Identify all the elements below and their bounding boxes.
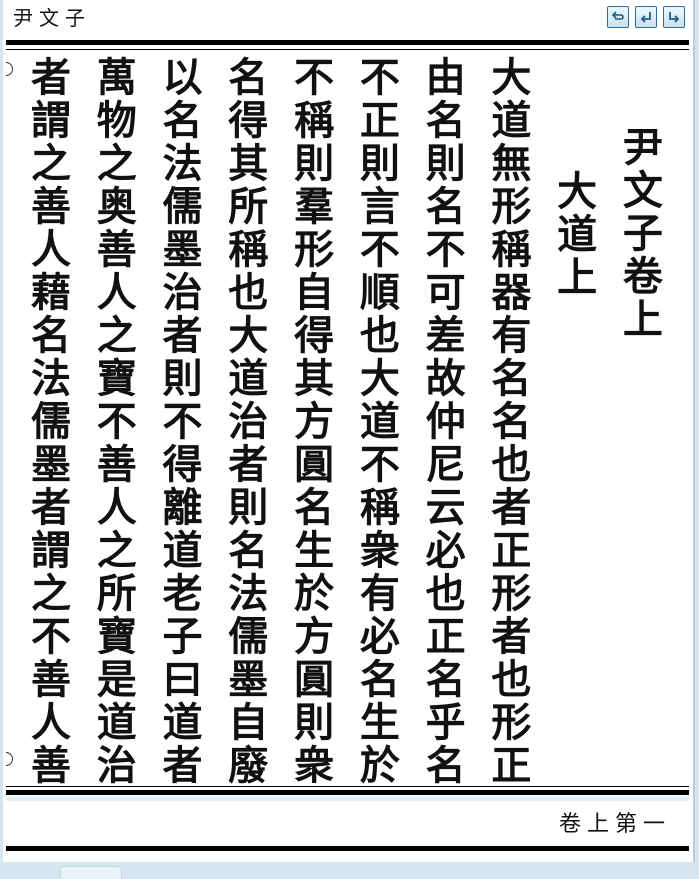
text-column: 大道無形稱器有名名也者正形者也形正	[484, 56, 532, 787]
back-icon	[611, 11, 624, 20]
prev-page-button[interactable]	[635, 6, 657, 28]
prev-page-icon	[640, 12, 651, 23]
back-button[interactable]	[607, 6, 629, 28]
page-separator	[6, 796, 689, 801]
bottom-tab[interactable]	[60, 866, 122, 879]
text-column: 以名法儒墨治者則不得離道老子曰道者	[155, 56, 203, 787]
bottom-border-thick	[6, 790, 689, 795]
bottom-border-thin	[6, 786, 689, 787]
page-navigation	[607, 6, 685, 28]
running-header: 尹文子	[13, 6, 91, 30]
next-page-icon	[669, 12, 680, 23]
chapter-title: 大道上	[550, 170, 598, 299]
next-page-top-border	[6, 846, 689, 851]
text-column: 名得其所稱也大道治者則名法儒墨自廢	[221, 56, 269, 787]
text-columns: 尹文子卷上 大道上 大道無形稱器有名名也者正形者也形正 由名則名不可差故仲尼云必…	[11, 56, 685, 787]
page-viewer: 尹文子 尹文子卷上 大道上 大道無形稱器有名名也者正形者也形正 由名則名不可差故…	[3, 0, 695, 862]
text-column: 由名則名不可差故仲尼云必也正名乎名	[418, 56, 466, 787]
text-column: 不稱則羣形自得其方圓名生於方圓則衆	[287, 56, 335, 787]
page-text: 尹文子卷上 大道上 大道無形稱器有名名也者正形者也形正 由名則名不可差故仲尼云必…	[11, 56, 685, 787]
page-label: 卷上第一	[558, 812, 671, 837]
text-column: 者謂之善人藉名法儒墨者謂之不善人善	[24, 56, 71, 787]
top-border-thick	[6, 40, 689, 45]
book-title: 尹文子卷上	[615, 126, 663, 341]
next-page-button[interactable]	[663, 6, 685, 28]
top-border-thin	[6, 49, 689, 50]
text-column: 萬物之奥善人之寶不善人之所寶是道治	[89, 56, 137, 787]
text-column: 不正則言不順也大道不稱衆有必名生於	[352, 56, 400, 787]
